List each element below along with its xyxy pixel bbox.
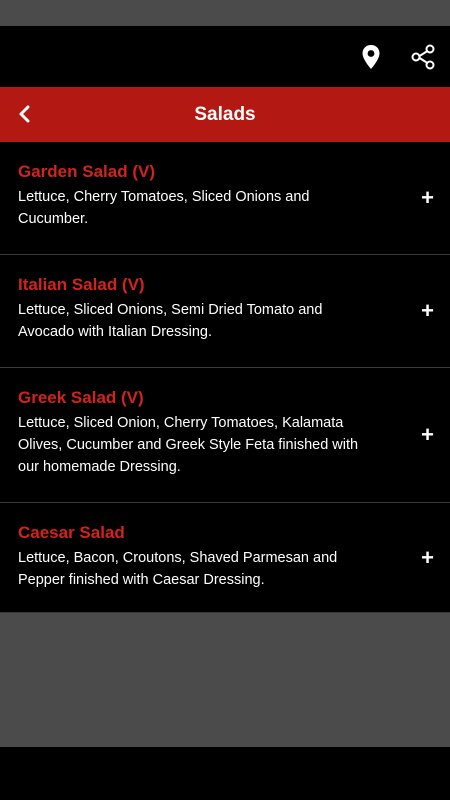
- item-name: Greek Salad (V): [18, 388, 144, 407]
- share-icon[interactable]: [408, 42, 438, 72]
- menu-item[interactable]: Garden Salad (V) Lettuce, Cherry Tomatoe…: [0, 142, 450, 255]
- menu-item[interactable]: Caesar Salad Lettuce, Bacon, Croutons, S…: [0, 503, 450, 613]
- item-description: Lettuce, Sliced Onion, Cherry Tomatoes, …: [18, 415, 359, 475]
- item-description: Lettuce, Sliced Onions, Semi Dried Tomat…: [18, 302, 323, 340]
- empty-area: [0, 613, 450, 747]
- item-description: Lettuce, Cherry Tomatoes, Sliced Onions …: [18, 189, 310, 227]
- menu-list: Garden Salad (V) Lettuce, Cherry Tomatoe…: [0, 142, 450, 613]
- chevron-left-icon[interactable]: [10, 99, 40, 129]
- location-pin-icon[interactable]: [356, 42, 386, 72]
- item-name: Caesar Salad: [18, 523, 125, 542]
- item-description: Lettuce, Bacon, Croutons, Shaved Parmesa…: [18, 550, 338, 588]
- item-name: Italian Salad (V): [18, 275, 145, 294]
- page-title: Salads: [194, 103, 256, 125]
- item-name: Garden Salad (V): [18, 162, 155, 181]
- add-item-button[interactable]: +: [421, 300, 434, 322]
- add-item-button[interactable]: +: [421, 187, 434, 209]
- navigation-bar: [0, 747, 450, 800]
- menu-item[interactable]: Italian Salad (V) Lettuce, Sliced Onions…: [0, 255, 450, 368]
- add-item-button[interactable]: +: [421, 546, 434, 569]
- app-bar: [0, 26, 450, 87]
- status-bar: [0, 0, 450, 26]
- menu-item[interactable]: Greek Salad (V) Lettuce, Sliced Onion, C…: [0, 368, 450, 503]
- title-bar: Salads: [0, 87, 450, 142]
- add-item-button[interactable]: +: [421, 424, 434, 446]
